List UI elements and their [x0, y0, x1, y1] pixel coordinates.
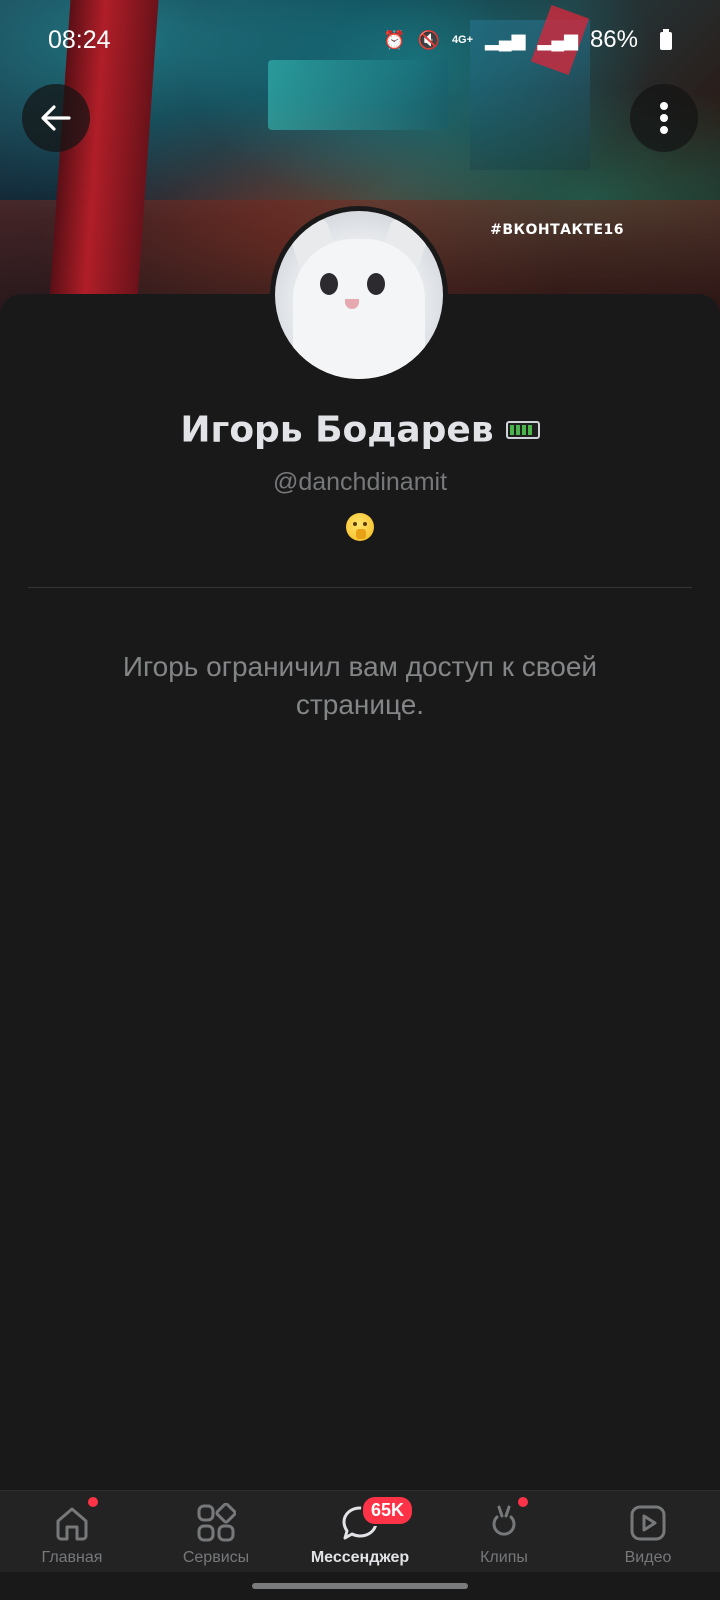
signal-icon: ▂▄▆: [485, 29, 526, 50]
video-icon: [630, 1505, 666, 1541]
services-icon: [197, 1503, 236, 1542]
arrow-left-icon: [41, 105, 71, 131]
tab-clips[interactable]: Клипы: [432, 1491, 576, 1573]
tab-home[interactable]: Главная: [0, 1491, 144, 1573]
tab-messenger-label: Мессенджер: [310, 1549, 410, 1566]
status-icons: ⏰ 🔇 4G+ ▂▄▆ ▂▄▆ 86%: [383, 26, 660, 54]
home-indicator[interactable]: [252, 1583, 468, 1589]
mute-icon: 🔇: [417, 29, 440, 50]
notification-dot: [86, 1495, 100, 1509]
avatar-photo: [275, 211, 443, 379]
more-vertical-icon: [660, 100, 668, 136]
unread-count-badge: 65K: [361, 1495, 415, 1526]
status-time: 08:24: [48, 26, 111, 54]
back-button[interactable]: [22, 84, 90, 152]
tab-services-label: Сервисы: [182, 1549, 250, 1566]
notification-dot: [516, 1495, 530, 1509]
signal-icon-2: ▂▄▆: [537, 29, 578, 50]
restriction-message: Игорь ограничил вам доступ к своей стран…: [122, 651, 598, 720]
divider: [28, 587, 692, 588]
battery-icon: [660, 29, 672, 50]
network-type: 4G+: [451, 34, 474, 46]
alarm-icon: ⏰: [383, 29, 406, 50]
profile-handle: @danchdinamit: [272, 468, 448, 496]
profile-name: Игорь Бодарев: [180, 409, 494, 451]
battery-status-badge-icon[interactable]: [505, 421, 540, 439]
tab-services[interactable]: Сервисы: [144, 1491, 288, 1573]
tab-clips-label: Клипы: [480, 1549, 528, 1566]
cover-hashtag: #ВКОНТАКТЕ16: [490, 222, 624, 238]
clips-icon: [492, 1505, 516, 1536]
tab-video-label: Видео: [624, 1549, 672, 1566]
tab-home-label: Главная: [41, 1549, 103, 1566]
more-options-button[interactable]: [630, 84, 698, 152]
battery-percent: 86%: [589, 26, 638, 53]
avatar[interactable]: [270, 206, 448, 384]
bottom-tab-bar: Главная Сервисы 65K Мессенджер Клипы Вид…: [0, 1490, 720, 1573]
tab-video[interactable]: Видео: [576, 1491, 720, 1573]
shushing-face-emoji-icon[interactable]: [346, 513, 374, 541]
tab-messenger[interactable]: 65K Мессенджер: [288, 1491, 432, 1573]
profile-name-row: Игорь Бодарев: [0, 408, 720, 451]
status-bar: 08:24 ⏰ 🔇 4G+ ▂▄▆ ▂▄▆ 86%: [0, 0, 720, 76]
home-icon: [56, 1507, 88, 1541]
